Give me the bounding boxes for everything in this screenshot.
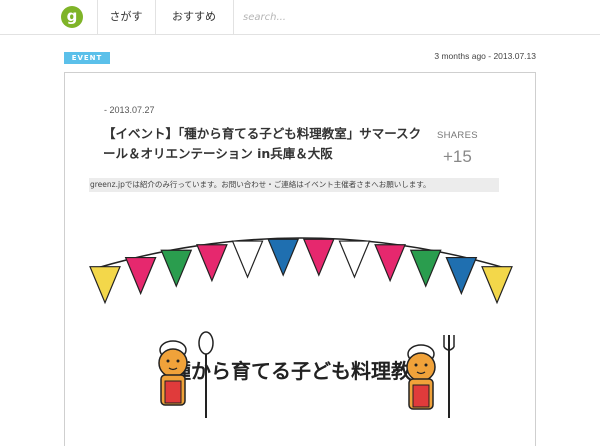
logo-glyph: g [66,7,78,25]
bunting-flag [445,256,478,296]
posted-date: 3 months ago - 2013.07.13 [434,51,536,61]
nav-item-osusume[interactable]: おすすめ [155,0,233,35]
nav-divider [233,0,234,35]
bunting-flag [267,238,300,277]
bunting-flag [338,240,371,279]
category-badge[interactable]: EVENT [64,52,110,64]
fork-icon [443,335,455,418]
article-title[interactable]: 【イベント】「種から育てる子ども料理教室」サマースクール＆オリエンテーション i… [103,124,433,164]
left-chef-figure [158,340,188,406]
top-navigation: g さがす おすすめ [0,0,600,35]
shares-count: +15 [443,147,472,166]
bunting-flags [89,238,513,305]
search-input[interactable] [243,6,443,28]
right-chef-figure [406,344,436,410]
notice-bar: greenz.jpでは紹介のみ行っています。お問い合わせ・ご連絡はイベント主催者… [89,178,499,192]
bunting-flag [124,256,157,296]
bunting-flag [302,238,335,277]
event-date: - 2013.07.27 [104,105,155,115]
bunting-flag [409,249,442,288]
bunting-flag [196,244,228,283]
greenz-logo-icon[interactable]: g [61,6,83,28]
article-card[interactable]: - 2013.07.27 【イベント】「種から育てる子ども料理教室」サマースクー… [64,72,536,446]
bunting-flag [481,266,513,305]
bunting-flag [89,266,121,305]
nav-item-sagasu[interactable]: さがす [97,0,155,35]
bunting-flag [374,244,406,283]
illustration-logo-text: 種から育てる子ども料理教室 [171,359,431,383]
bunting-flag [231,240,264,279]
event-illustration: 種から育てる子ども料理教室 [89,237,513,418]
bunting-string [96,237,506,269]
shares-label: SHARES [437,130,478,141]
bunting-flag [160,249,193,288]
